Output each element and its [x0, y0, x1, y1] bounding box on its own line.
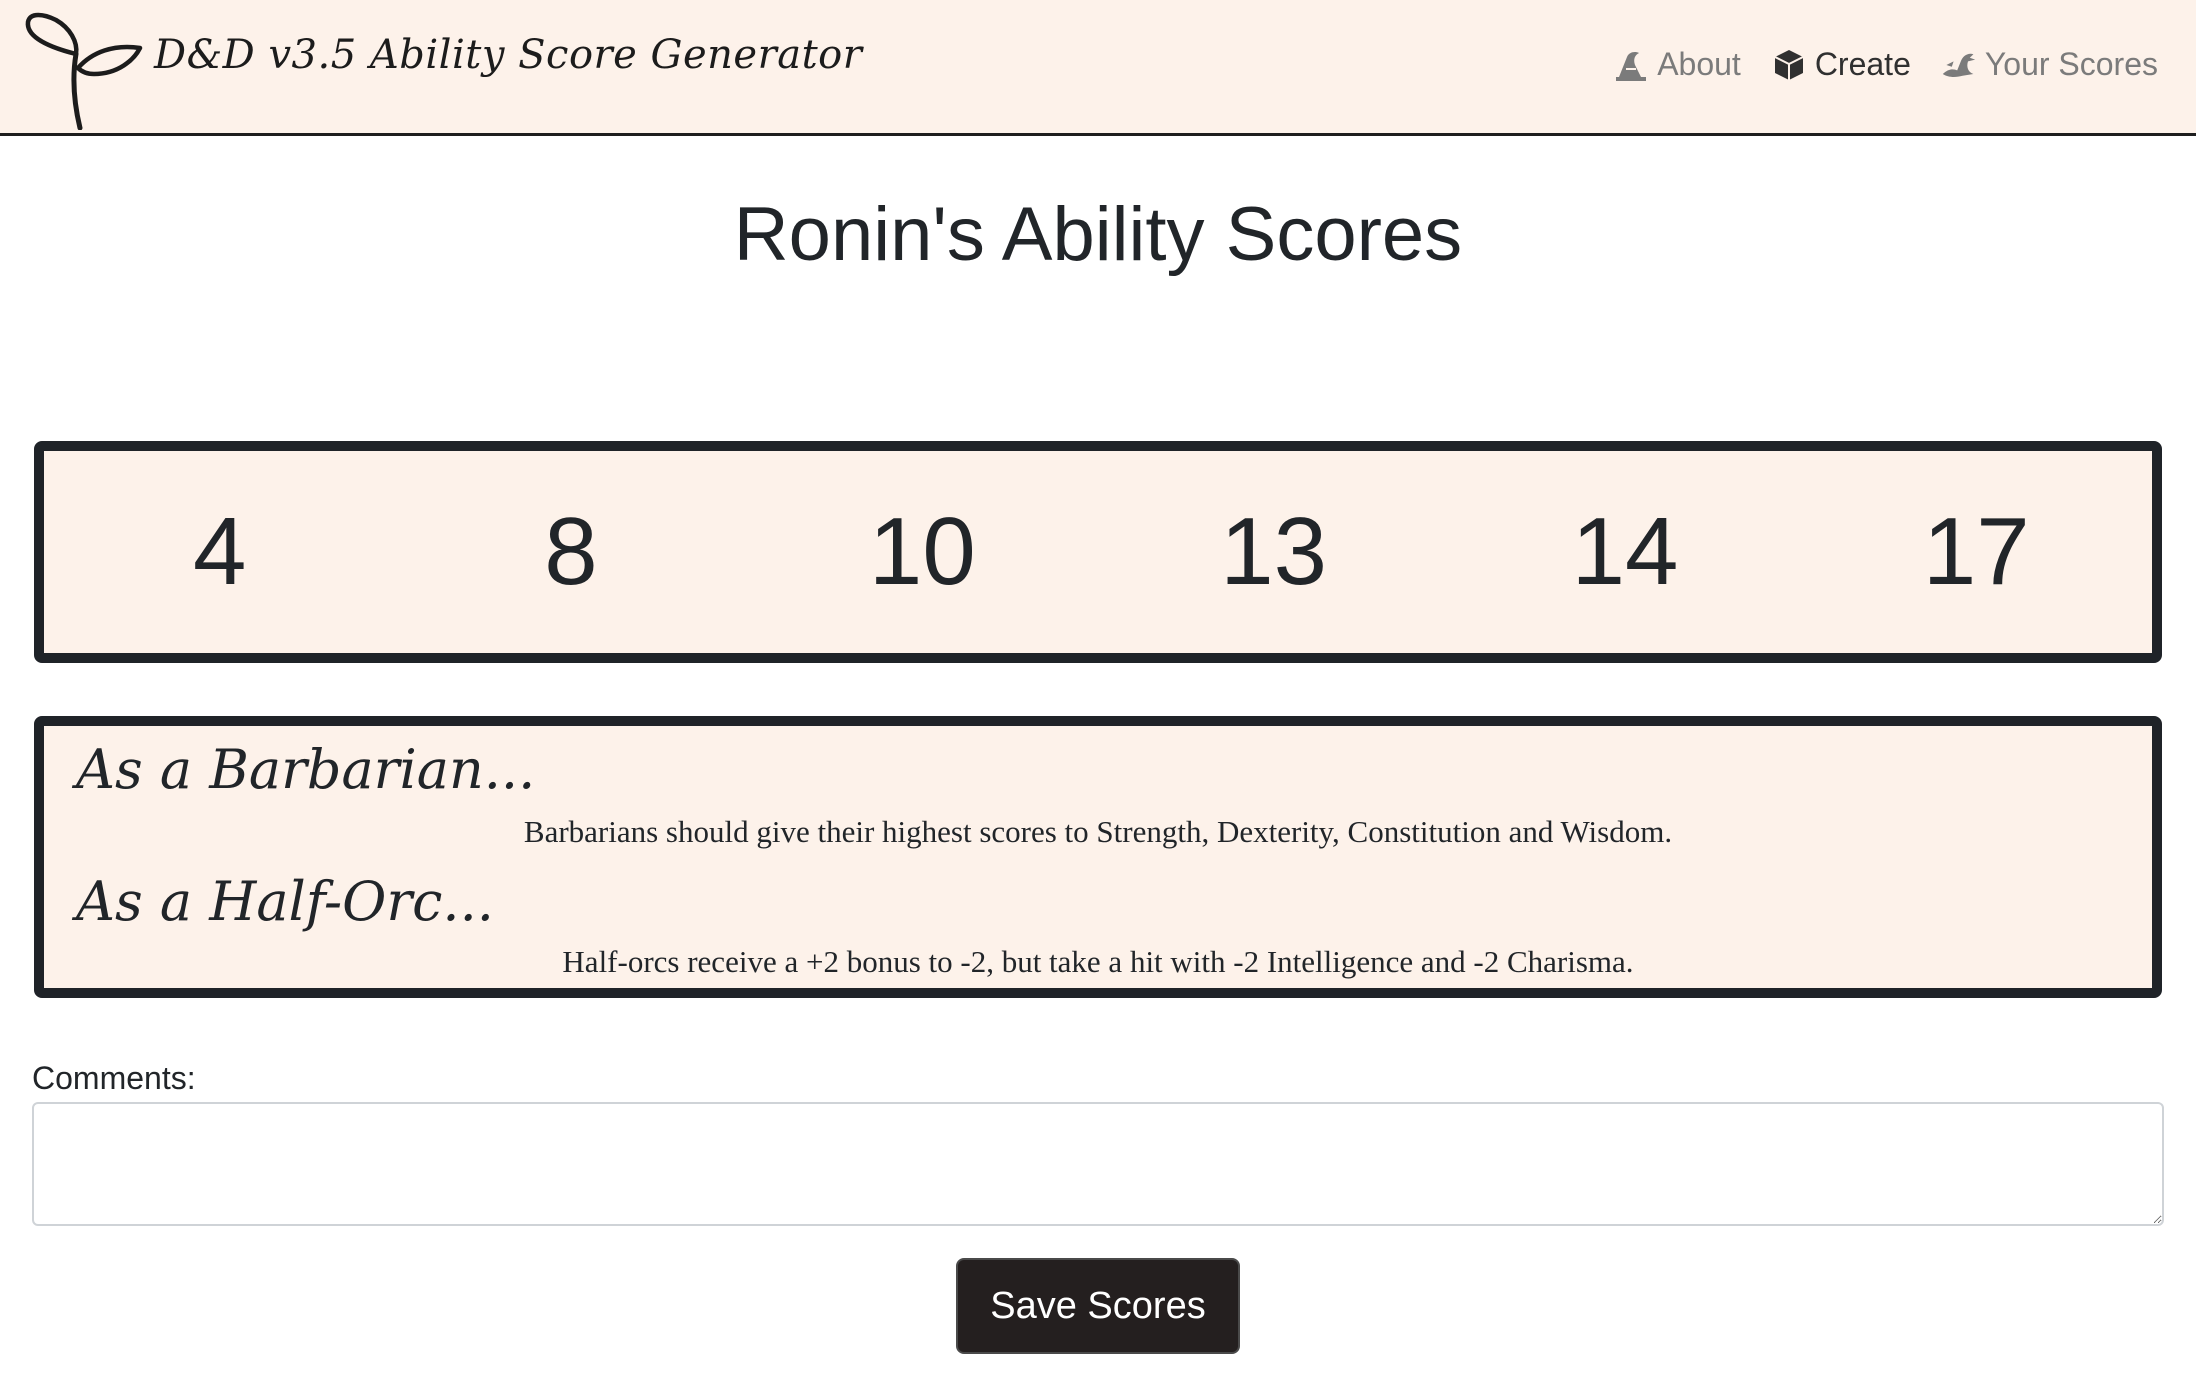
nav-link-about[interactable]: About [1613, 46, 1741, 83]
score-value: 14 [1571, 498, 1679, 605]
score-value: 4 [192, 498, 247, 605]
brand-title: D&D v3.5 Ability Score Generator [154, 32, 863, 78]
comments-field[interactable] [32, 1102, 2164, 1226]
brand[interactable]: D&D v3.5 Ability Score Generator [22, 8, 862, 130]
nav-link-your-scores[interactable]: Your Scores [1941, 46, 2158, 83]
score-value: 8 [544, 498, 598, 605]
nav-link-create-label: Create [1814, 46, 1911, 82]
score-value: 13 [1220, 498, 1328, 605]
page-title: Ronin's Ability Scores [733, 192, 1463, 277]
nav-link-create[interactable]: Create [1771, 46, 1911, 83]
navbar: D&D v3.5 Ability Score Generator About C… [0, 0, 2196, 136]
race-advice-text: Half-orcs receive a +2 bonus to -2, but … [562, 944, 1634, 979]
score-value: 17 [1922, 498, 2030, 605]
wizard-hat-icon [1616, 51, 1647, 81]
advice-panel: As a Barbarian... Barbarians should give… [34, 716, 2162, 998]
sprout-icon [25, 12, 143, 130]
nav-links: About Create Your Scores [1613, 46, 2158, 83]
scores-panel: 4 8 10 13 14 17 [34, 441, 2162, 663]
dice-icon [1774, 49, 1804, 80]
save-scores-button[interactable]: Save Scores [956, 1258, 1240, 1354]
nav-link-about-label: About [1657, 46, 1741, 82]
class-advice-heading: As a Barbarian... [76, 738, 536, 801]
score-value: 10 [868, 498, 976, 605]
class-advice-text: Barbarians should give their highest sco… [523, 814, 1673, 849]
race-advice-heading: As a Half-Orc... [76, 870, 494, 933]
comments-label: Comments: [32, 1060, 196, 1096]
dragon-icon [1942, 53, 1976, 77]
nav-link-your-scores-label: Your Scores [1984, 46, 2158, 82]
